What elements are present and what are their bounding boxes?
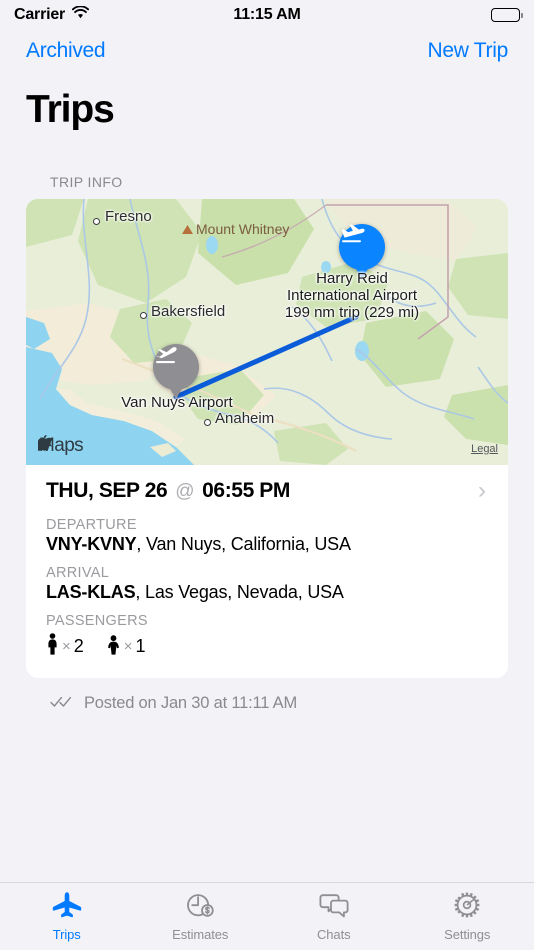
archived-button[interactable]: Archived <box>26 39 106 63</box>
status-bar-left: Carrier <box>14 5 233 24</box>
tab-label-estimates: Estimates <box>172 927 229 942</box>
child-passenger-icon <box>106 633 121 660</box>
status-bar: Carrier 11:15 AM <box>0 0 534 30</box>
tab-chats[interactable]: Chats <box>267 883 401 950</box>
arrival-map-pin[interactable] <box>339 224 385 270</box>
posted-text: Posted on Jan 30 at 11:11 AM <box>84 694 298 712</box>
trip-datetime-row[interactable]: THU, SEP 26 @ 06:55 PM › <box>46 479 488 517</box>
arrival-value: LAS-KLAS, Las Vegas, Nevada, USA <box>46 582 488 613</box>
airplane-icon <box>52 891 82 924</box>
trip-map[interactable]: Fresno Bakersfield Anaheim Mount Whitney… <box>26 199 508 465</box>
departure-value: VNY-KVNY, Van Nuys, California, USA <box>46 534 488 565</box>
tab-trips[interactable]: Trips <box>0 883 134 950</box>
trip-datetime: THU, SEP 26 @ 06:55 PM <box>46 479 290 503</box>
tab-label-trips: Trips <box>52 927 81 942</box>
new-trip-button[interactable]: New Trip <box>428 39 509 63</box>
adult-count: 2 <box>73 636 84 656</box>
nav-bar: Archived New Trip <box>0 30 534 72</box>
departure-map-pin[interactable] <box>153 344 199 390</box>
chat-bubbles-icon <box>319 891 349 924</box>
legal-link[interactable]: Legal <box>471 443 498 455</box>
status-bar-right <box>301 8 523 22</box>
posted-status: Posted on Jan 30 at 11:11 AM <box>0 678 534 713</box>
double-check-icon <box>50 694 74 713</box>
map-canvas <box>26 199 508 465</box>
city-dot-anaheim <box>204 419 211 426</box>
trip-card-body: THU, SEP 26 @ 06:55 PM › DEPARTURE VNY-K… <box>26 465 508 678</box>
departure-airport-code: VNY-KVNY <box>46 534 137 554</box>
departure-place: , Van Nuys, California, USA <box>136 534 351 554</box>
chevron-right-icon[interactable]: › <box>478 479 488 503</box>
tab-label-settings: Settings <box>444 927 491 942</box>
section-header-trip-info: TRIP INFO <box>50 174 123 190</box>
arrival-label: ARRIVAL <box>46 565 110 581</box>
child-count: 1 <box>135 636 146 656</box>
passengers-row: × 2 × 1 <box>46 630 488 660</box>
status-bar-time: 11:15 AM <box>233 6 301 23</box>
adult-multiplier: × <box>62 638 71 655</box>
city-dot-bakersfield <box>140 312 147 319</box>
passengers-label: PASSENGERS <box>46 613 148 629</box>
city-dot-fresno <box>93 218 100 225</box>
tab-bar: Trips Estimates Chats Settings <box>0 882 534 950</box>
arrival-airport-code: LAS-KLAS <box>46 582 136 602</box>
child-multiplier: × <box>123 638 133 655</box>
clock-dollar-icon <box>185 891 215 924</box>
gear-icon <box>452 891 482 924</box>
battery-full-icon <box>491 8 523 22</box>
page-title: Trips <box>26 88 115 131</box>
tab-estimates[interactable]: Estimates <box>134 883 268 950</box>
apple-maps-attribution: Maps <box>38 435 84 457</box>
trip-card[interactable]: Fresno Bakersfield Anaheim Mount Whitney… <box>26 199 508 678</box>
tab-settings[interactable]: Settings <box>401 883 534 950</box>
wifi-icon <box>72 5 90 24</box>
trip-time: 06:55 PM <box>202 479 291 502</box>
tab-label-chats: Chats <box>317 927 351 942</box>
passenger-adults: × 2 <box>46 633 84 660</box>
departure-label: DEPARTURE <box>46 517 137 533</box>
passenger-children: × 1 <box>106 633 146 660</box>
arrival-place: , Las Vegas, Nevada, USA <box>135 582 344 602</box>
carrier-label: Carrier <box>14 6 66 23</box>
adult-passenger-icon <box>46 633 59 660</box>
trip-date: THU, SEP 26 <box>46 479 168 502</box>
at-symbol: @ <box>175 481 195 502</box>
